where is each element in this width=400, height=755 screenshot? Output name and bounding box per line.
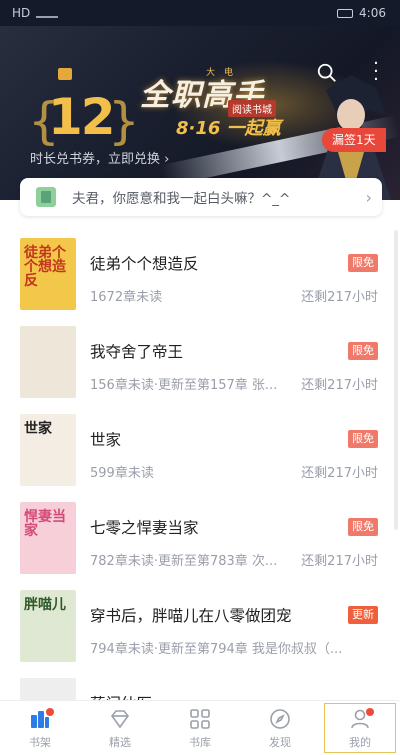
- nav-featured[interactable]: 精选: [80, 701, 160, 755]
- notice-card[interactable]: 夫君，你愿意和我一起白头嘛？^_^ ›: [20, 178, 382, 216]
- book-meta: 782章未读·更新至第783章 次...: [90, 554, 278, 569]
- nav-label: 书架: [29, 735, 51, 749]
- search-icon[interactable]: [316, 62, 338, 84]
- book-title: 我夺舍了帝王: [90, 343, 184, 361]
- book-cover: 世家: [20, 414, 76, 486]
- status-badge: 限免: [348, 342, 378, 360]
- book-cover: [20, 678, 76, 700]
- book-title: 徒弟个个想造反: [90, 255, 199, 273]
- time-remaining: 还剩217小时: [301, 378, 378, 393]
- notification-dot: [46, 708, 54, 716]
- cover-title: 世家: [24, 421, 52, 437]
- nav-library[interactable]: 书库: [160, 701, 240, 755]
- grid-icon: [190, 708, 210, 729]
- battery-icon: [337, 8, 354, 18]
- signal-icon: [36, 8, 59, 18]
- book-item[interactable]: 徒弟个个想造反 徒弟个个想造反 1672章未读 还剩217小时 限免: [0, 238, 400, 326]
- carrier-label: HD: [12, 6, 31, 20]
- notice-book-icon: [36, 187, 56, 207]
- book-item[interactable]: 我夺舍了帝王 156章未读·更新至第157章 张... 还剩217小时 限免: [0, 326, 400, 414]
- status-badge: 限免: [348, 254, 378, 272]
- book-meta: 1672章未读: [90, 290, 163, 305]
- nav-mine[interactable]: 我的: [320, 701, 400, 755]
- book-item[interactable]: 悍妻当家 七零之悍妻当家 782章未读·更新至第783章 次... 还剩217小…: [0, 502, 400, 590]
- book-cover: 悍妻当家: [20, 502, 76, 574]
- time-remaining: 还剩217小时: [301, 290, 378, 305]
- status-badge: 限免: [348, 518, 378, 536]
- diamond-icon: [110, 709, 130, 728]
- book-title: 穿书后，胖喵儿在八零做团宠: [90, 607, 292, 625]
- checkin-badge[interactable]: 漏签1天: [322, 128, 386, 152]
- book-cover: 胖喵儿: [20, 590, 76, 662]
- cover-title: 徒弟个个想造反: [24, 245, 66, 289]
- book-meta: 794章未读·更新至第794章 我是你叔叔（...: [90, 642, 343, 657]
- cover-title: 悍妻当家: [24, 509, 66, 539]
- notice-text: 夫君，你愿意和我一起白头嘛？^_^: [72, 191, 291, 207]
- status-badge: 限免: [348, 430, 378, 448]
- book-item[interactable]: 胖喵儿 穿书后，胖喵儿在八零做团宠 794章未读·更新至第794章 我是你叔叔（…: [0, 590, 400, 678]
- book-cover: 徒弟个个想造反: [20, 238, 76, 310]
- book-item[interactable]: 药门仙医: [0, 678, 400, 700]
- gift-icon: [58, 68, 72, 80]
- status-badge: 更新: [348, 606, 378, 624]
- cover-title: 胖喵儿: [24, 597, 66, 613]
- book-meta: 156章未读·更新至第157章 张...: [90, 378, 278, 393]
- time-remaining: 还剩217小时: [301, 554, 378, 569]
- scrollbar[interactable]: [394, 230, 398, 530]
- compass-icon: [270, 708, 290, 729]
- clock: 4:06: [359, 6, 386, 20]
- book-meta: 599章未读: [90, 466, 154, 481]
- nav-label: 发现: [269, 735, 291, 749]
- bottom-nav: 书架 精选 书库 发现 我的: [0, 700, 400, 755]
- book-title: 世家: [90, 431, 122, 449]
- nav-discover[interactable]: 发现: [240, 701, 320, 755]
- brace-right-icon: }: [108, 92, 140, 150]
- chevron-right-icon: ›: [365, 187, 372, 207]
- book-item[interactable]: 世家 世家 599章未读 还剩217小时 限免: [0, 414, 400, 502]
- promo-banner[interactable]: { 12 } 大 电 全职高手 阅读书城 8·16 一起赢 时长兑书券，立即兑换…: [0, 0, 400, 200]
- promo-date: 8·16 一起赢: [176, 118, 281, 139]
- nav-label: 精选: [109, 735, 131, 749]
- more-menu-icon[interactable]: · · ·: [370, 55, 382, 89]
- notification-dot: [366, 708, 374, 716]
- time-remaining: 还剩217小时: [301, 466, 378, 481]
- highlight-outline: [324, 703, 396, 753]
- nav-bookshelf[interactable]: 书架: [0, 701, 80, 755]
- nav-label: 书库: [189, 735, 211, 749]
- exchange-link[interactable]: 时长兑书券，立即兑换 ›: [30, 148, 169, 167]
- book-cover: [20, 326, 76, 398]
- status-bar: HD 4:06: [0, 0, 400, 26]
- book-title: 药门仙医: [90, 692, 152, 700]
- promo-days-number: 12: [48, 88, 116, 146]
- book-title: 七零之悍妻当家: [90, 519, 199, 537]
- bookshelf-list[interactable]: 徒弟个个想造反 徒弟个个想造反 1672章未读 还剩217小时 限免 我夺舍了帝…: [0, 222, 400, 700]
